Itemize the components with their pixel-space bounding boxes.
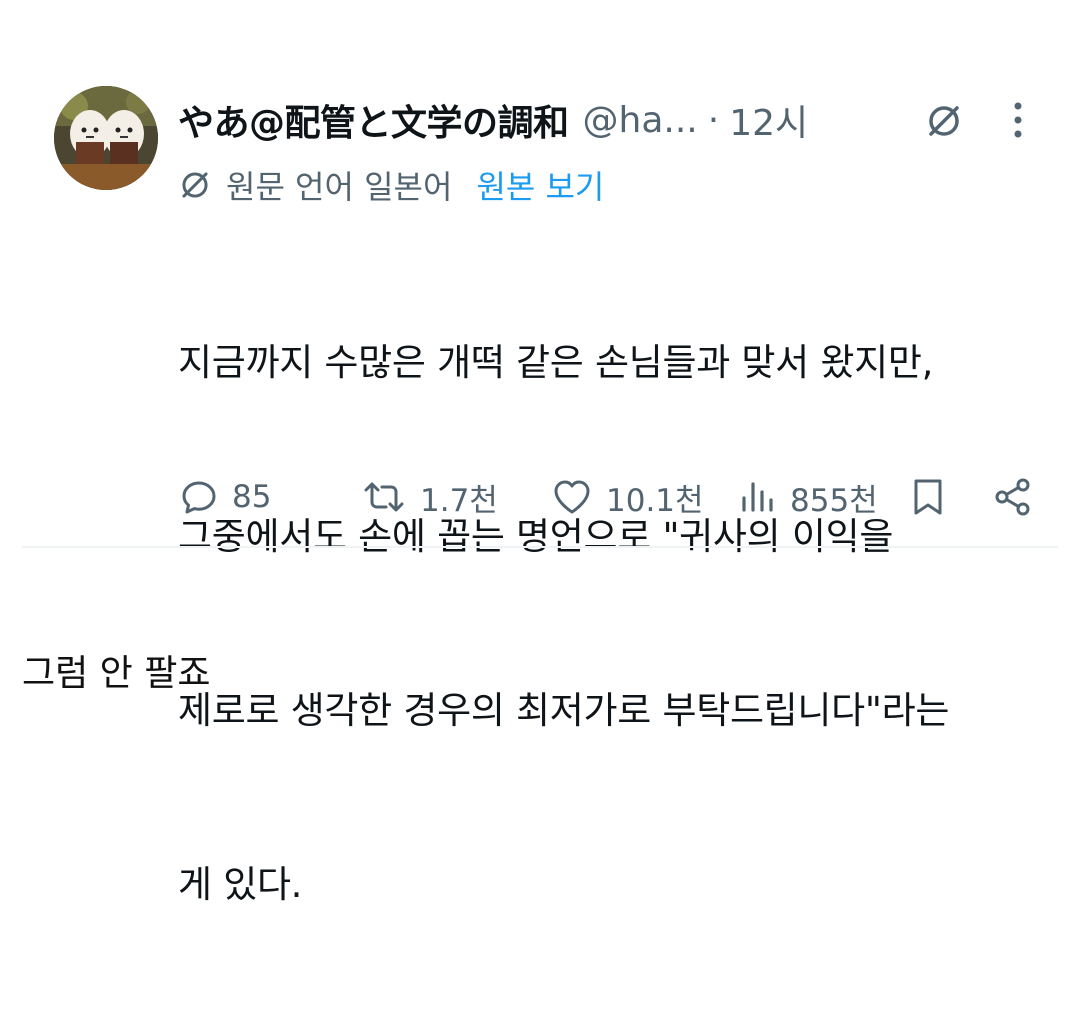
tweet-text-line: 게 있다. <box>178 863 303 906</box>
separator-dot: · <box>707 99 720 141</box>
share-icon <box>995 478 1030 516</box>
more-vertical-icon <box>1014 102 1022 138</box>
views-button[interactable]: 855천 <box>738 470 878 524</box>
retweet-button[interactable]: 1.7천 <box>360 470 498 524</box>
tweet-text-line: 제로로 생각한 경우의 최저가로 부탁드립니다"라는 <box>178 689 950 732</box>
post-caption: 그럼 안 팔죠 <box>22 653 211 694</box>
reply-icon <box>182 481 216 514</box>
action-bar: 85 1.7천 10.1천 855천 <box>178 470 1038 524</box>
retweet-count: 1.7천 <box>420 482 498 519</box>
view-count: 855천 <box>790 482 878 519</box>
reply-count: 85 <box>232 479 272 515</box>
like-button[interactable]: 10.1천 <box>550 470 704 524</box>
user-handle[interactable]: @ha... <box>583 100 698 141</box>
timestamp[interactable]: 12시 <box>729 94 808 146</box>
tweet-card[interactable]: やあ@配管と文学の調和 @ha... · 12시 원문 언어 일본어 원본 보기… <box>0 0 1080 906</box>
share-button[interactable] <box>992 470 1046 524</box>
avatar[interactable] <box>54 86 158 190</box>
grok-button[interactable] <box>921 98 967 144</box>
tweet-header: やあ@配管と文学の調和 @ha... · 12시 <box>178 94 808 146</box>
bookmark-button[interactable] <box>908 470 960 524</box>
translation-row: 원문 언어 일본어 원본 보기 <box>178 160 604 210</box>
more-button[interactable] <box>996 98 1040 142</box>
retweet-icon <box>364 482 404 512</box>
tweet-text: 지금까지 수많은 개떡 같은 손님들과 맞서 왔지만, 그중에서도 손에 꼽는 … <box>178 218 1038 1030</box>
tweet-text-line: 지금까지 수많은 개떡 같은 손님들과 맞서 왔지만, <box>178 341 934 384</box>
heart-icon <box>554 480 590 514</box>
grok-icon <box>178 167 214 203</box>
show-original-link[interactable]: 원본 보기 <box>476 162 604 208</box>
like-count: 10.1천 <box>606 482 704 519</box>
divider <box>22 546 1058 548</box>
views-chart-icon <box>742 482 773 512</box>
avatar-image <box>54 86 158 190</box>
translation-source-language: 원문 언어 일본어 <box>226 168 453 206</box>
grok-icon <box>929 106 959 136</box>
bookmark-icon <box>914 479 942 515</box>
reply-button[interactable]: 85 <box>178 470 271 524</box>
display-name[interactable]: やあ@配管と文学の調和 <box>178 94 569 146</box>
